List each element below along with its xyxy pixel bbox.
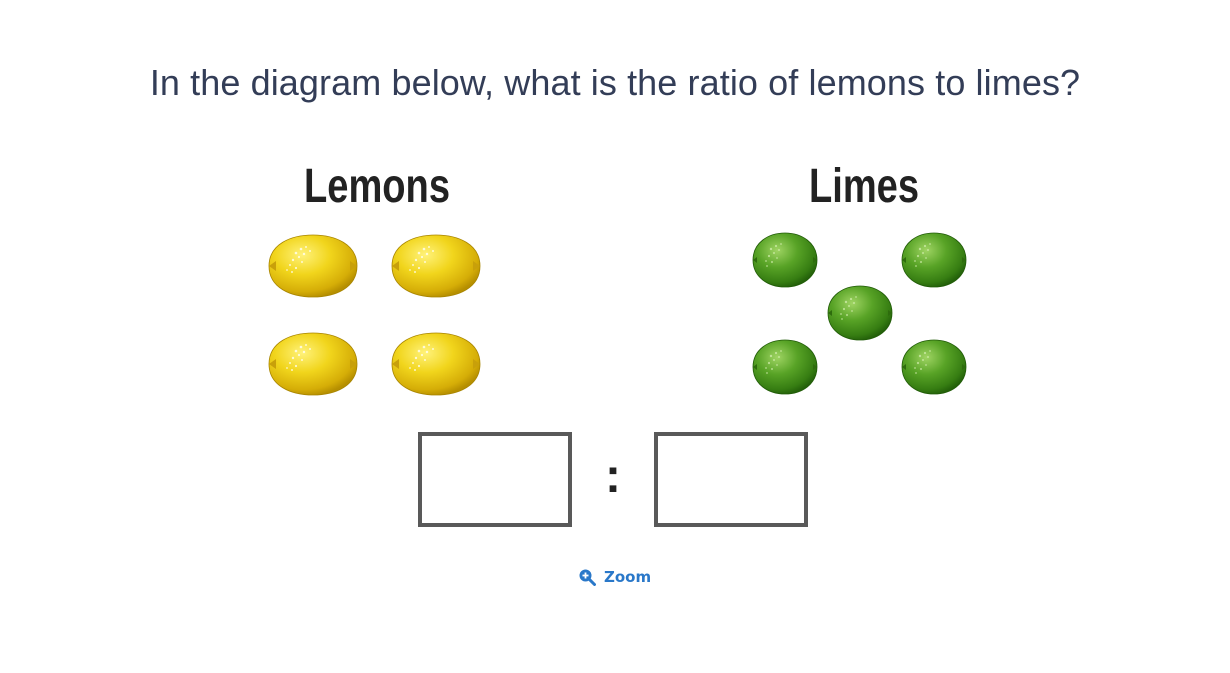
lemon-icon xyxy=(391,332,481,396)
lemon-icon xyxy=(268,234,358,298)
zoom-button[interactable]: Zoom xyxy=(578,568,651,586)
ratio-separator: : xyxy=(605,450,621,503)
zoom-label: Zoom xyxy=(604,568,652,586)
group-label-limes: Limes xyxy=(809,160,919,213)
answer-box-lemons[interactable] xyxy=(418,432,572,527)
ratio-diagram: Lemons Limes : xyxy=(268,160,967,527)
lime-icon xyxy=(752,339,818,395)
answer-box-limes[interactable] xyxy=(654,432,808,527)
page: In the diagram below, what is the ratio … xyxy=(0,0,1230,673)
group-label-lemons: Lemons xyxy=(304,160,450,213)
lime-icon xyxy=(752,232,818,288)
lime-icon xyxy=(901,232,967,288)
zoom-in-icon xyxy=(578,568,596,586)
lemon-icon xyxy=(391,234,481,298)
lemon-icon xyxy=(268,332,358,396)
lime-icon xyxy=(901,339,967,395)
lime-icon xyxy=(827,285,893,341)
